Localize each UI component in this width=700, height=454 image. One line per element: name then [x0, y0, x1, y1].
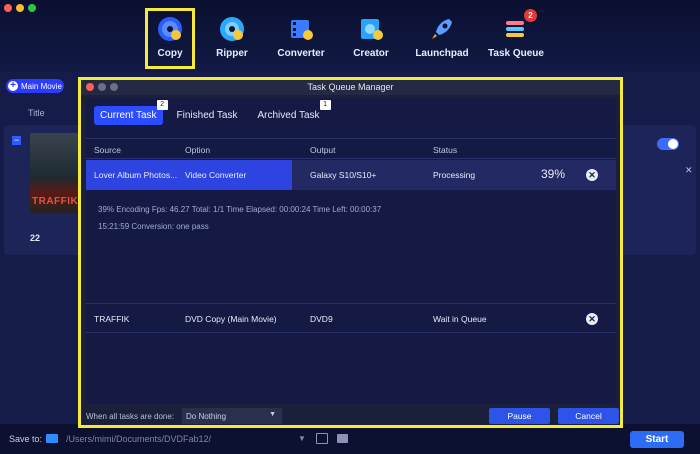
output-path-field[interactable]: /Users/mimi/Documents/DVDFab12/ [62, 431, 310, 447]
main-movie-label: Main Movie [21, 81, 62, 91]
row-option: Video Converter [182, 160, 292, 190]
row-option: DVD Copy (Main Movie) [185, 314, 277, 324]
table-row[interactable]: TRAFFIK DVD Copy (Main Movie) DVD9 Wait … [86, 303, 616, 333]
row-output: DVD9 [310, 314, 333, 324]
column-output: Output [310, 145, 336, 155]
top-toolbar: Copy Ripper Converter Creator Launchpad [0, 0, 700, 72]
pause-button[interactable]: Pause [489, 408, 550, 424]
rocket-icon [429, 16, 455, 42]
remove-task-button[interactable]: ✕ [586, 313, 598, 325]
row-source: Lover Album Photos... [86, 160, 182, 190]
tab-label: Current Task [100, 110, 157, 121]
window-title-text: Task Queue Manager [307, 82, 394, 92]
nav-task-queue-label: Task Queue [488, 48, 544, 59]
nav-converter-label: Converter [277, 48, 325, 59]
iso-icon[interactable] [316, 433, 328, 444]
conversion-log: 15:21:59 Conversion: one pass [98, 222, 209, 231]
column-option: Option [185, 145, 211, 155]
disc-ripper-icon [219, 16, 245, 42]
column-status: Status [433, 145, 458, 155]
option-toggle[interactable] [657, 138, 679, 150]
row-output: Galaxy S10/S10+ [310, 170, 377, 180]
close-window-button[interactable] [4, 4, 12, 12]
nav-ripper[interactable]: Ripper [203, 8, 261, 68]
nav-task-queue[interactable]: 2 Task Queue [483, 8, 549, 68]
movie-poster: TRAFFIK [30, 133, 78, 213]
module-nav: Copy Ripper Converter Creator Launchpad [145, 8, 549, 69]
progress-details: 39% Encoding Fps: 46.27 Total: 1/1 Time … [98, 205, 382, 214]
tab-label: Finished Task [176, 110, 238, 121]
start-button[interactable]: Start [630, 431, 684, 448]
tab-finished-task[interactable]: Finished Task [171, 106, 244, 125]
tab-label: Archived Task [257, 110, 320, 121]
dialog-window-controls [86, 83, 118, 91]
close-icon[interactable]: ✕ [685, 165, 693, 176]
task-tabs: Current Task 2 Finished Task Archived Ta… [94, 100, 331, 125]
nav-creator[interactable]: Creator [341, 8, 401, 68]
cancel-button[interactable]: Cancel [558, 408, 619, 424]
nav-creator-label: Creator [353, 48, 389, 59]
minimize-window-button[interactable] [16, 4, 24, 12]
plus-icon: + [8, 81, 18, 91]
title-column-header: Title [28, 108, 45, 118]
poster-title: TRAFFIK [32, 196, 79, 207]
row-status: Processing [433, 170, 476, 180]
tab-current-task[interactable]: Current Task 2 [94, 100, 168, 125]
nav-converter[interactable]: Converter [261, 8, 341, 68]
collapse-toggle[interactable]: − [12, 136, 21, 145]
nav-ripper-label: Ripper [216, 48, 248, 59]
table-header: Source Option Output Status [86, 138, 616, 159]
close-dialog-button[interactable] [86, 83, 94, 91]
row-source: TRAFFIK [94, 314, 130, 324]
when-done-label: When all tasks are done: [86, 412, 175, 421]
row-status: Wait in Queue [433, 314, 487, 324]
column-source: Source [94, 145, 121, 155]
window-title: Task Queue Manager [81, 80, 620, 95]
dialog-footer: When all tasks are done: Do Nothing ▼ Pa… [81, 406, 620, 428]
window-controls [4, 4, 36, 12]
main-movie-button[interactable]: + Main Movie [6, 79, 64, 93]
disc-copy-icon [157, 16, 183, 42]
folder-icon [46, 434, 58, 443]
tab-badge: 2 [156, 100, 168, 110]
remove-task-button[interactable]: ✕ [586, 169, 598, 181]
zoom-dialog-button[interactable] [110, 83, 118, 91]
film-converter-icon [288, 16, 314, 42]
disc-creator-icon [358, 16, 384, 42]
task-queue-manager-window: Task Queue Manager Current Task 2 Finish… [78, 77, 623, 428]
when-done-value: Do Nothing [186, 412, 227, 421]
tab-archived-task[interactable]: Archived Task 1 [251, 100, 331, 125]
chevron-down-icon: ▼ [269, 411, 276, 418]
tab-badge: 1 [319, 100, 331, 110]
nav-copy-label: Copy [157, 48, 183, 59]
nav-launchpad[interactable]: Launchpad [401, 8, 483, 68]
chevron-down-icon[interactable]: ▼ [298, 434, 306, 443]
table-row[interactable]: Lover Album Photos... Video Converter Ga… [86, 160, 616, 190]
row-progress: 39% [541, 167, 566, 181]
task-queue-badge: 2 [524, 9, 537, 22]
title-count: 22 [30, 233, 41, 243]
task-queue-icon: 2 [503, 9, 537, 42]
when-done-select[interactable]: Do Nothing ▼ [182, 408, 282, 424]
zoom-window-button[interactable] [28, 4, 36, 12]
minimize-dialog-button[interactable] [98, 83, 106, 91]
nav-launchpad-label: Launchpad [415, 48, 469, 59]
task-panel: Current Task 2 Finished Task Archived Ta… [86, 98, 616, 404]
browse-folder-icon[interactable] [337, 434, 348, 443]
nav-copy[interactable]: Copy [145, 8, 195, 69]
save-to-label: Save to: [9, 434, 43, 444]
